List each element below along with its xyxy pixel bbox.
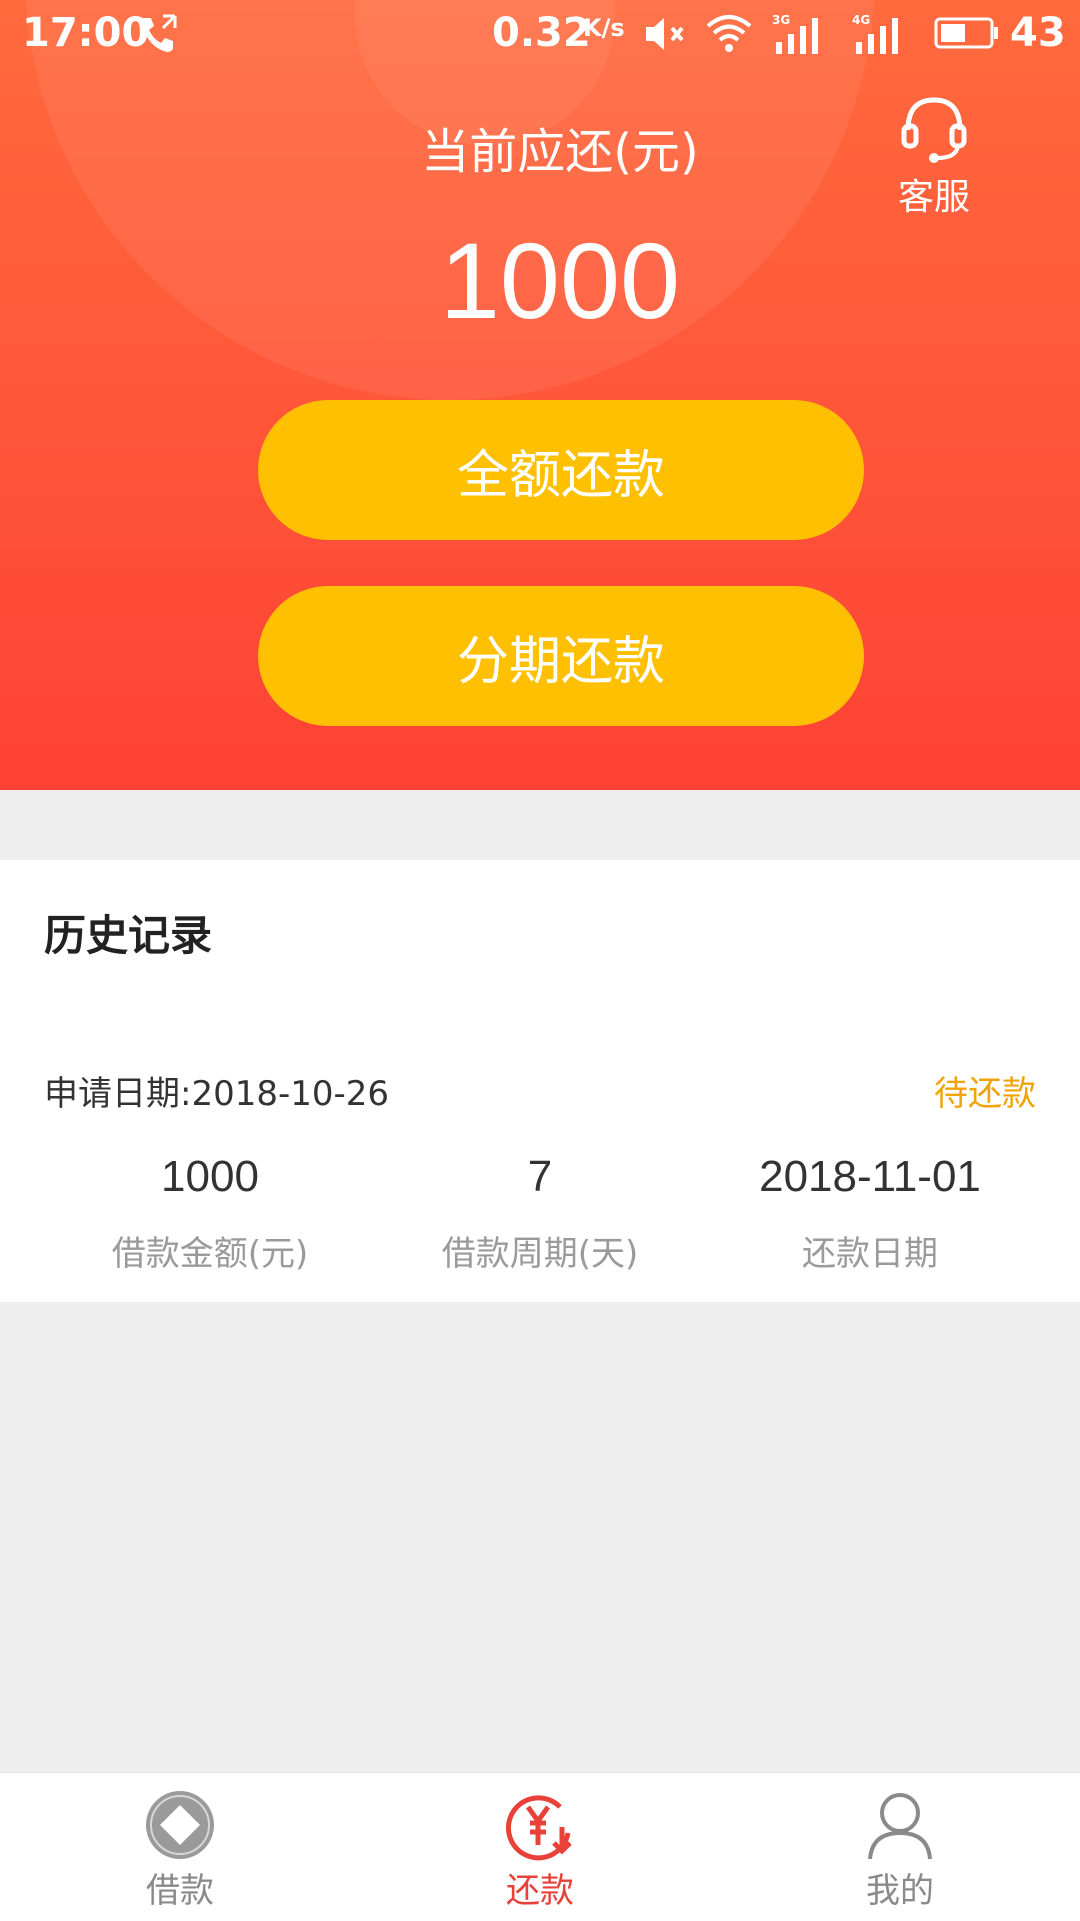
customer-service-label: 客服 <box>897 177 970 218</box>
status-time: 17:00 <box>22 10 150 56</box>
svg-text:4G: 4G <box>852 13 870 27</box>
mute-icon <box>646 18 684 50</box>
history-card[interactable]: 历史记录 申请日期:2018-10-26 待还款 1000 借款金额(元) 7 … <box>0 860 1080 1302</box>
network-speed: 0.32 <box>492 10 591 56</box>
battery-icon <box>934 17 998 49</box>
repay-date-value: 2018-11-01 <box>759 1152 981 1201</box>
phone-call-icon <box>141 14 177 52</box>
nav-item-repay[interactable]: 还款 <box>440 1787 640 1912</box>
installment-repayment-button[interactable]: 分期还款 <box>258 586 864 726</box>
signal-4g-icon: 4G <box>852 13 898 54</box>
bottom-nav: 借款 还款 我的 <box>0 1772 1080 1921</box>
loan-period-value: 7 <box>527 1152 553 1201</box>
nav-item-mine[interactable]: 我的 <box>800 1787 1000 1912</box>
loan-amount-column: 1000 借款金额(元) <box>30 1152 390 1275</box>
network-speed-unit: K/s <box>583 14 625 42</box>
repay-date-label: 还款日期 <box>802 1234 938 1274</box>
loan-amount-value: 1000 <box>161 1152 259 1201</box>
customer-service-button[interactable]: 客服 <box>890 90 978 220</box>
nav-label-repay: 还款 <box>506 1871 574 1911</box>
signal-3g-icon: 3G <box>772 13 818 54</box>
status-bar: 17:00 0.32 K/s 3G 4G 43 <box>0 0 1080 66</box>
nav-label-mine: 我的 <box>866 1871 934 1911</box>
battery-level: 43 <box>1010 10 1066 56</box>
coin-diamond-icon <box>146 1791 214 1859</box>
loan-amount-label: 借款金额(元) <box>111 1234 309 1274</box>
history-title: 历史记录 <box>44 911 213 960</box>
header-panel: 17:00 0.32 K/s 3G 4G 43 当前应还(元) 1000 客服 … <box>0 0 1080 790</box>
svg-text:3G: 3G <box>772 13 790 27</box>
repay-date-column: 2018-11-01 还款日期 <box>690 1152 1050 1275</box>
wifi-icon <box>706 15 752 52</box>
nav-item-borrow[interactable]: 借款 <box>80 1787 280 1912</box>
loan-period-column: 7 借款周期(天) <box>360 1152 720 1275</box>
yen-repay-icon <box>505 1795 572 1861</box>
amount-due-value: 1000 <box>439 220 681 341</box>
full-repayment-button[interactable]: 全额还款 <box>258 400 864 540</box>
loan-period-label: 借款周期(天) <box>441 1234 639 1274</box>
user-icon <box>868 1793 932 1860</box>
status-badge: 待还款 <box>934 1074 1036 1114</box>
apply-date: 申请日期:2018-10-26 <box>44 1074 390 1114</box>
nav-label-borrow: 借款 <box>146 1871 214 1911</box>
headset-icon <box>901 97 967 163</box>
